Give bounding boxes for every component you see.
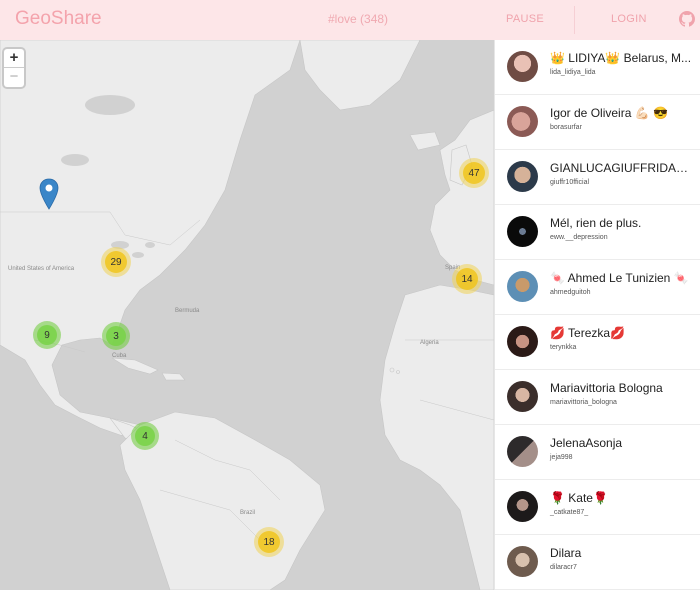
location-pin-icon[interactable] (39, 178, 59, 210)
landmass-iceland (409, 131, 441, 151)
avatar (507, 491, 538, 522)
list-item[interactable]: 💋 Terezka💋 terynkka (495, 315, 700, 370)
label-cuba: Cuba (112, 353, 127, 359)
header-divider (574, 6, 575, 34)
user-name: Mariavittoria Bologna (550, 381, 663, 395)
marker-cluster[interactable]: 18 (254, 527, 284, 557)
cluster-count: 14 (456, 268, 478, 290)
avatar (507, 326, 538, 357)
user-name: Igor de Oliveira 💪🏻 😎 (550, 106, 668, 120)
pause-button[interactable]: PAUSE (506, 13, 544, 25)
user-name: 🌹 Kate🌹 (550, 491, 608, 505)
login-button[interactable]: LOGIN (611, 13, 647, 25)
user-handle: terynkka (550, 344, 577, 351)
github-icon[interactable] (679, 11, 695, 27)
landmass-africa (379, 284, 494, 590)
zoom-control: + − (4, 49, 24, 87)
cluster-count: 18 (258, 531, 280, 553)
avatar (507, 161, 538, 192)
user-name: GIANLUCAGIUFFRIDAO... (550, 161, 695, 175)
landmass-hispaniola (161, 372, 186, 381)
avatar (507, 51, 538, 82)
list-item[interactable]: 👑 LIDIYA👑 Belarus, M... lida_lidiya_lida (495, 40, 700, 95)
user-handle: _catkate87_ (550, 509, 589, 516)
user-handle: giuffr10fficial (550, 179, 590, 186)
list-item[interactable]: Mél, rien de plus. eww.__depression (495, 205, 700, 260)
label-algeria: Algeria (420, 340, 439, 346)
user-handle: jeja998 (550, 454, 573, 461)
zoom-out-button[interactable]: − (4, 68, 24, 87)
avatar (507, 436, 538, 467)
zoom-in-button[interactable]: + (4, 49, 24, 68)
world-map[interactable]: United States of America Bermuda Cuba Sp… (0, 40, 494, 590)
cluster-count: 3 (106, 326, 126, 346)
list-item[interactable]: Dilara dilaracr7 (495, 535, 700, 590)
list-item[interactable]: GIANLUCAGIUFFRIDAO... giuffr10fficial (495, 150, 700, 205)
list-item[interactable]: 🍬 Ahmed Le Tunizien 🍬 ahmedguitoh (495, 260, 700, 315)
user-handle: borasurfar (550, 124, 582, 131)
avatar (507, 381, 538, 412)
avatar (507, 271, 538, 302)
avatar (507, 216, 538, 247)
user-handle: eww.__depression (550, 234, 608, 241)
label-bermuda: Bermuda (175, 308, 200, 314)
list-item[interactable]: 🌹 Kate🌹 _catkate87_ (495, 480, 700, 535)
user-name: Mél, rien de plus. (550, 216, 642, 230)
map-basemap (0, 40, 494, 590)
user-name: JelenaAsonja (550, 436, 623, 450)
landmass-cuba (111, 357, 159, 375)
user-handle: mariavittoria_bologna (550, 399, 617, 406)
marker-cluster[interactable]: 3 (102, 322, 130, 350)
landmass-europe (429, 109, 494, 286)
user-handle: lida_lidiya_lida (550, 69, 596, 76)
avatar (507, 546, 538, 577)
cluster-count: 47 (463, 162, 485, 184)
cluster-count: 29 (105, 251, 127, 273)
user-handle: ahmedguitoh (550, 289, 591, 296)
user-name: 💋 Terezka💋 (550, 326, 626, 340)
top-bar: GeoShare #love (348) PAUSE LOGIN (0, 0, 700, 40)
user-name: 🍬 Ahmed Le Tunizien 🍬 (550, 271, 689, 285)
marker-cluster[interactable]: 4 (131, 422, 159, 450)
list-item[interactable]: JelenaAsonja jeja998 (495, 425, 700, 480)
marker-cluster[interactable]: 29 (101, 247, 131, 277)
marker-cluster[interactable]: 14 (452, 264, 482, 294)
label-brazil: Brazil (240, 510, 256, 516)
landmass-greenland (299, 40, 421, 111)
landmass-north-america (0, 40, 301, 441)
user-handle: dilaracr7 (550, 564, 577, 571)
list-item[interactable]: Mariavittoria Bologna mariavittoria_bolo… (495, 370, 700, 425)
marker-cluster[interactable]: 9 (33, 321, 61, 349)
app-logo[interactable]: GeoShare (15, 8, 102, 30)
marker-cluster[interactable]: 47 (459, 158, 489, 188)
cluster-count: 4 (135, 426, 155, 446)
hashtag-count: #love (348) (328, 12, 389, 26)
cluster-count: 9 (37, 325, 57, 345)
label-usa: United States of America (8, 266, 75, 272)
avatar (507, 106, 538, 137)
user-list[interactable]: 👑 LIDIYA👑 Belarus, M... lida_lidiya_lida… (494, 40, 700, 590)
list-item[interactable]: Igor de Oliveira 💪🏻 😎 borasurfar (495, 95, 700, 150)
user-name: Dilara (550, 546, 582, 560)
user-name: 👑 LIDIYA👑 Belarus, M... (550, 51, 692, 65)
